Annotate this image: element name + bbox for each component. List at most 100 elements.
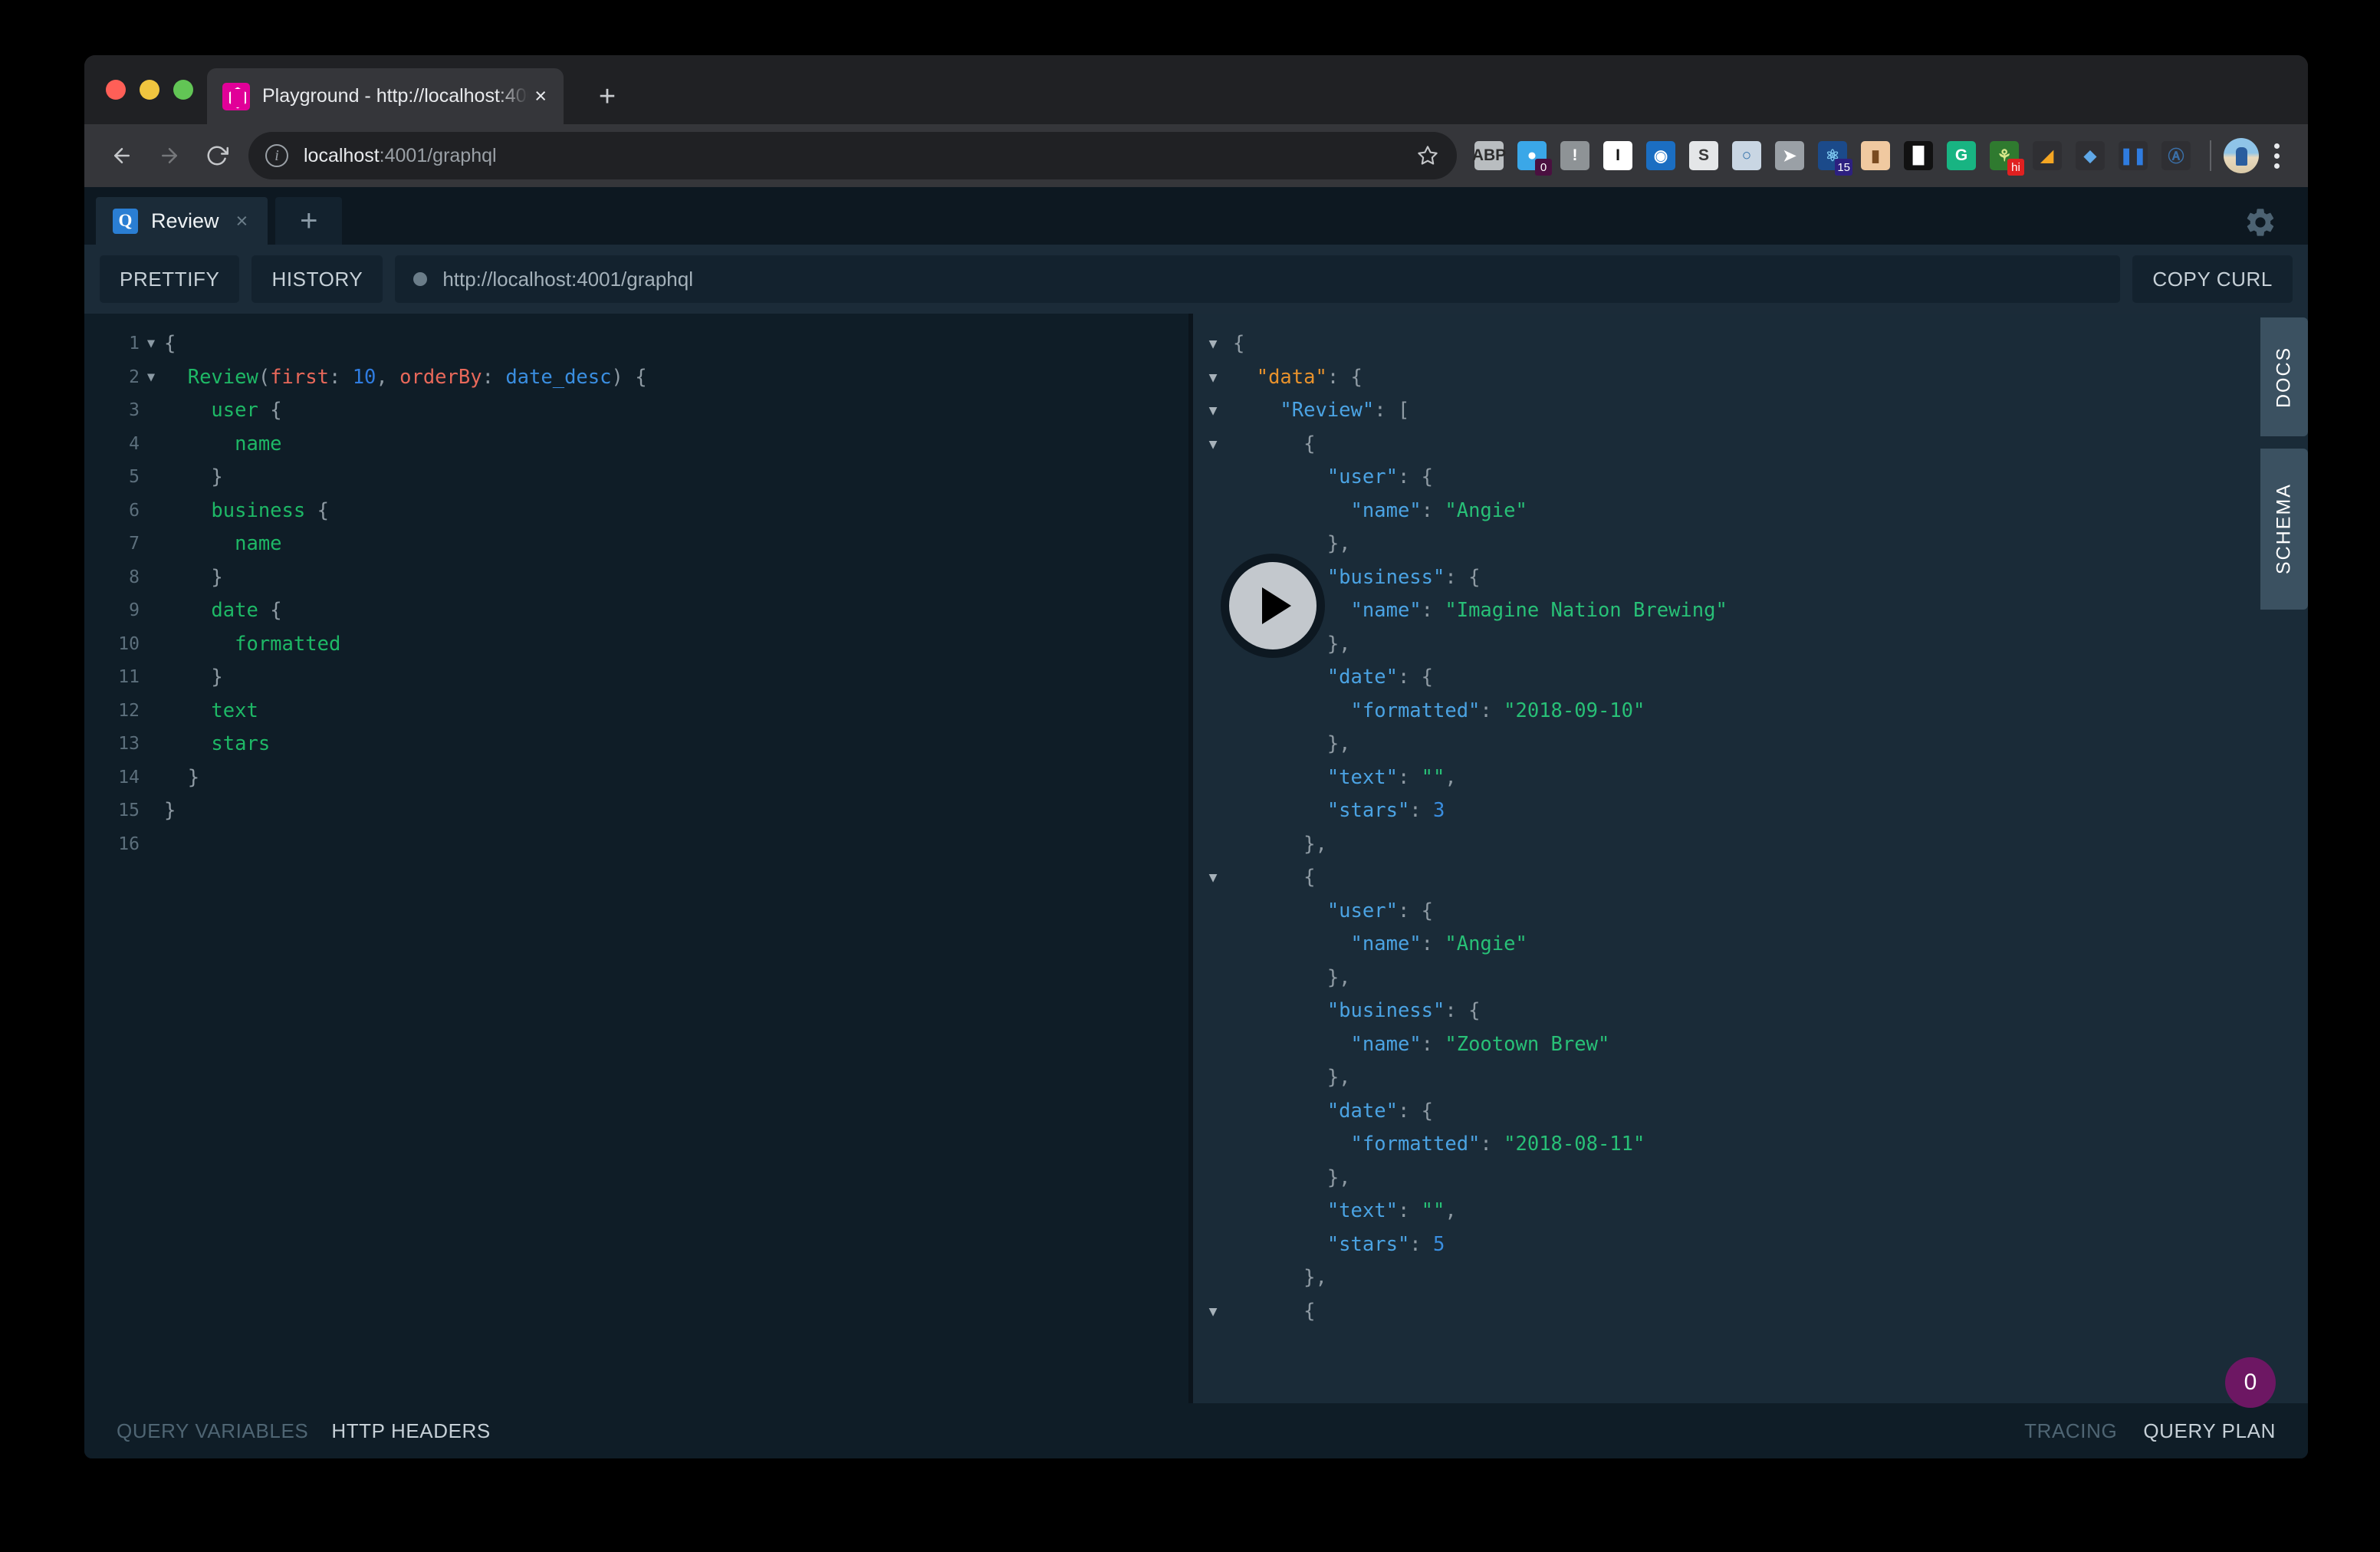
instapaper-icon[interactable]: I	[1596, 134, 1639, 177]
bookmark-star-icon[interactable]	[1417, 145, 1438, 166]
query-line-code: }	[163, 794, 1188, 828]
layers-icon[interactable]: ◆	[2069, 134, 2112, 177]
react-devtools-icon[interactable]: ⚛15	[1811, 134, 1854, 177]
site-info-icon[interactable]: i	[265, 144, 288, 167]
query-line: 14▼ }	[84, 761, 1188, 795]
fold-spacer: ▼	[140, 495, 163, 528]
ghostery-icon[interactable]: ●0	[1511, 134, 1553, 177]
adblock-plus-icon-glyph: ABP	[1474, 141, 1504, 170]
tab-query-plan[interactable]: QUERY PLAN	[2143, 1419, 2276, 1443]
schema-side-tab[interactable]: SCHEMA	[2260, 449, 2308, 610]
fold-spacer: ▼	[1193, 962, 1233, 995]
close-window-button[interactable]	[106, 80, 126, 100]
response-line: ▼ "business": {	[1193, 995, 2308, 1028]
fold-spacer: ▼	[1193, 728, 1233, 761]
line-number: 9	[84, 594, 140, 628]
response-line-code: "stars": 5	[1233, 1228, 2308, 1262]
address-bar[interactable]: i localhost:4001/graphql	[248, 132, 1457, 179]
browser-tab[interactable]: Playground - http://localhost:4001/graph…	[207, 68, 564, 124]
grammarly-s-icon[interactable]: S	[1682, 134, 1725, 177]
fold-spacer: ▼	[140, 594, 163, 628]
docs-side-tab[interactable]: DOCS	[2260, 317, 2308, 436]
reload-button[interactable]	[193, 132, 241, 179]
history-button[interactable]: HISTORY	[251, 255, 383, 303]
query-line: 3▼ user {	[84, 394, 1188, 428]
query-type-badge: Q	[113, 209, 138, 234]
fold-arrow-icon[interactable]: ▼	[140, 361, 163, 395]
query-line-code: name	[163, 428, 1188, 462]
response-line: ▼ "text": "",	[1193, 1195, 2308, 1228]
forward-button[interactable]	[146, 132, 193, 179]
back-button[interactable]	[98, 132, 146, 179]
response-line-code: "name": "Imagine Nation Brewing"	[1233, 594, 2308, 628]
fold-spacer: ▼	[1193, 1195, 1233, 1228]
playground-tabbar: Q Review × +	[84, 187, 2308, 245]
line-number: 5	[84, 461, 140, 495]
response-line: ▼ },	[1193, 728, 2308, 761]
circle-a-icon[interactable]: Ⓐ	[2155, 134, 2198, 177]
line-number: 2	[84, 361, 140, 395]
query-editor-pane[interactable]: 1▼{2▼ Review(first: 10, orderBy: date_de…	[84, 314, 1188, 1403]
fold-arrow-icon[interactable]: ▼	[1193, 327, 1233, 361]
new-tab-button[interactable]: +	[587, 76, 628, 117]
google-analytics-icon[interactable]: ◢	[2026, 134, 2069, 177]
close-playground-tab-icon[interactable]: ×	[236, 209, 248, 233]
query-editor-lines[interactable]: 1▼{2▼ Review(first: 10, orderBy: date_de…	[84, 314, 1188, 861]
user-avatar[interactable]	[2224, 138, 2259, 173]
playground-tab-review[interactable]: Q Review ×	[96, 197, 268, 245]
query-line: 2▼ Review(first: 10, orderBy: date_desc)…	[84, 361, 1188, 395]
response-line: ▼ {	[1193, 1295, 2308, 1329]
close-tab-icon[interactable]: ×	[528, 83, 553, 110]
browser-menu-icon[interactable]	[2259, 134, 2294, 177]
url-path: :4001/graphql	[380, 145, 497, 166]
query-line: 5▼ }	[84, 461, 1188, 495]
response-line: ▼ },	[1193, 828, 2308, 862]
response-line-code: "text": "",	[1233, 761, 2308, 795]
line-number: 10	[84, 628, 140, 662]
prettify-button[interactable]: PRETTIFY	[100, 255, 239, 303]
response-line-code: },	[1233, 728, 2308, 761]
query-line: 15▼}	[84, 794, 1188, 828]
adblock-plus-icon[interactable]: ABP	[1468, 134, 1511, 177]
pause-icon[interactable]: ❚❚	[2112, 134, 2155, 177]
response-line: ▼ "business": {	[1193, 561, 2308, 595]
query-line-code: formatted	[163, 628, 1188, 662]
endpoint-field[interactable]: http://localhost:4001/graphql	[395, 255, 2120, 303]
tab-query-variables[interactable]: QUERY VARIABLES	[117, 1419, 308, 1443]
alert-circle-icon[interactable]: !	[1553, 134, 1596, 177]
grammarly-icon[interactable]: G	[1940, 134, 1983, 177]
ring-icon[interactable]: ○	[1725, 134, 1768, 177]
response-line-code: },	[1233, 828, 2308, 862]
fold-arrow-icon[interactable]: ▼	[140, 327, 163, 361]
minimize-window-button[interactable]	[140, 80, 159, 100]
fold-spacer: ▼	[1193, 1061, 1233, 1095]
line-number: 15	[84, 794, 140, 828]
barcode-icon[interactable]: ▐▌	[1897, 134, 1940, 177]
tab-tracing[interactable]: TRACING	[2024, 1419, 2117, 1443]
graphql-logo-icon	[222, 83, 250, 110]
fold-arrow-icon[interactable]: ▼	[1193, 394, 1233, 428]
response-line: ▼ {	[1193, 861, 2308, 895]
tab-http-headers[interactable]: HTTP HEADERS	[331, 1419, 491, 1443]
fold-spacer: ▼	[1193, 895, 1233, 929]
fold-arrow-icon[interactable]: ▼	[1193, 428, 1233, 462]
run-query-button[interactable]	[1221, 554, 1325, 658]
fold-spacer: ▼	[1193, 1228, 1233, 1262]
playground-bottom-bar: QUERY VARIABLES HTTP HEADERS TRACING QUE…	[84, 1403, 2308, 1458]
fold-arrow-icon[interactable]: ▼	[1193, 861, 1233, 895]
line-number: 14	[84, 761, 140, 795]
toolbar-divider	[2210, 140, 2211, 171]
fold-arrow-icon[interactable]: ▼	[1193, 361, 1233, 395]
fold-arrow-icon[interactable]: ▼	[1193, 1295, 1233, 1329]
plant-icon[interactable]: ⚘hi	[1983, 134, 2026, 177]
gear-icon[interactable]	[2239, 201, 2282, 244]
new-playground-tab-button[interactable]: +	[275, 197, 342, 245]
honey-icon[interactable]: ▮	[1854, 134, 1897, 177]
endpoint-status-icon	[413, 272, 427, 286]
response-viewer-pane[interactable]: ▼{▼ "data": {▼ "Review": [▼ {▼ "user": {…	[1193, 314, 2308, 1403]
globe-icon[interactable]: ◉	[1639, 134, 1682, 177]
copy-curl-button[interactable]: COPY CURL	[2132, 255, 2293, 303]
compass-icon[interactable]: ➤	[1768, 134, 1811, 177]
barcode-icon-glyph: ▐▌	[1904, 141, 1933, 170]
maximize-window-button[interactable]	[173, 80, 193, 100]
